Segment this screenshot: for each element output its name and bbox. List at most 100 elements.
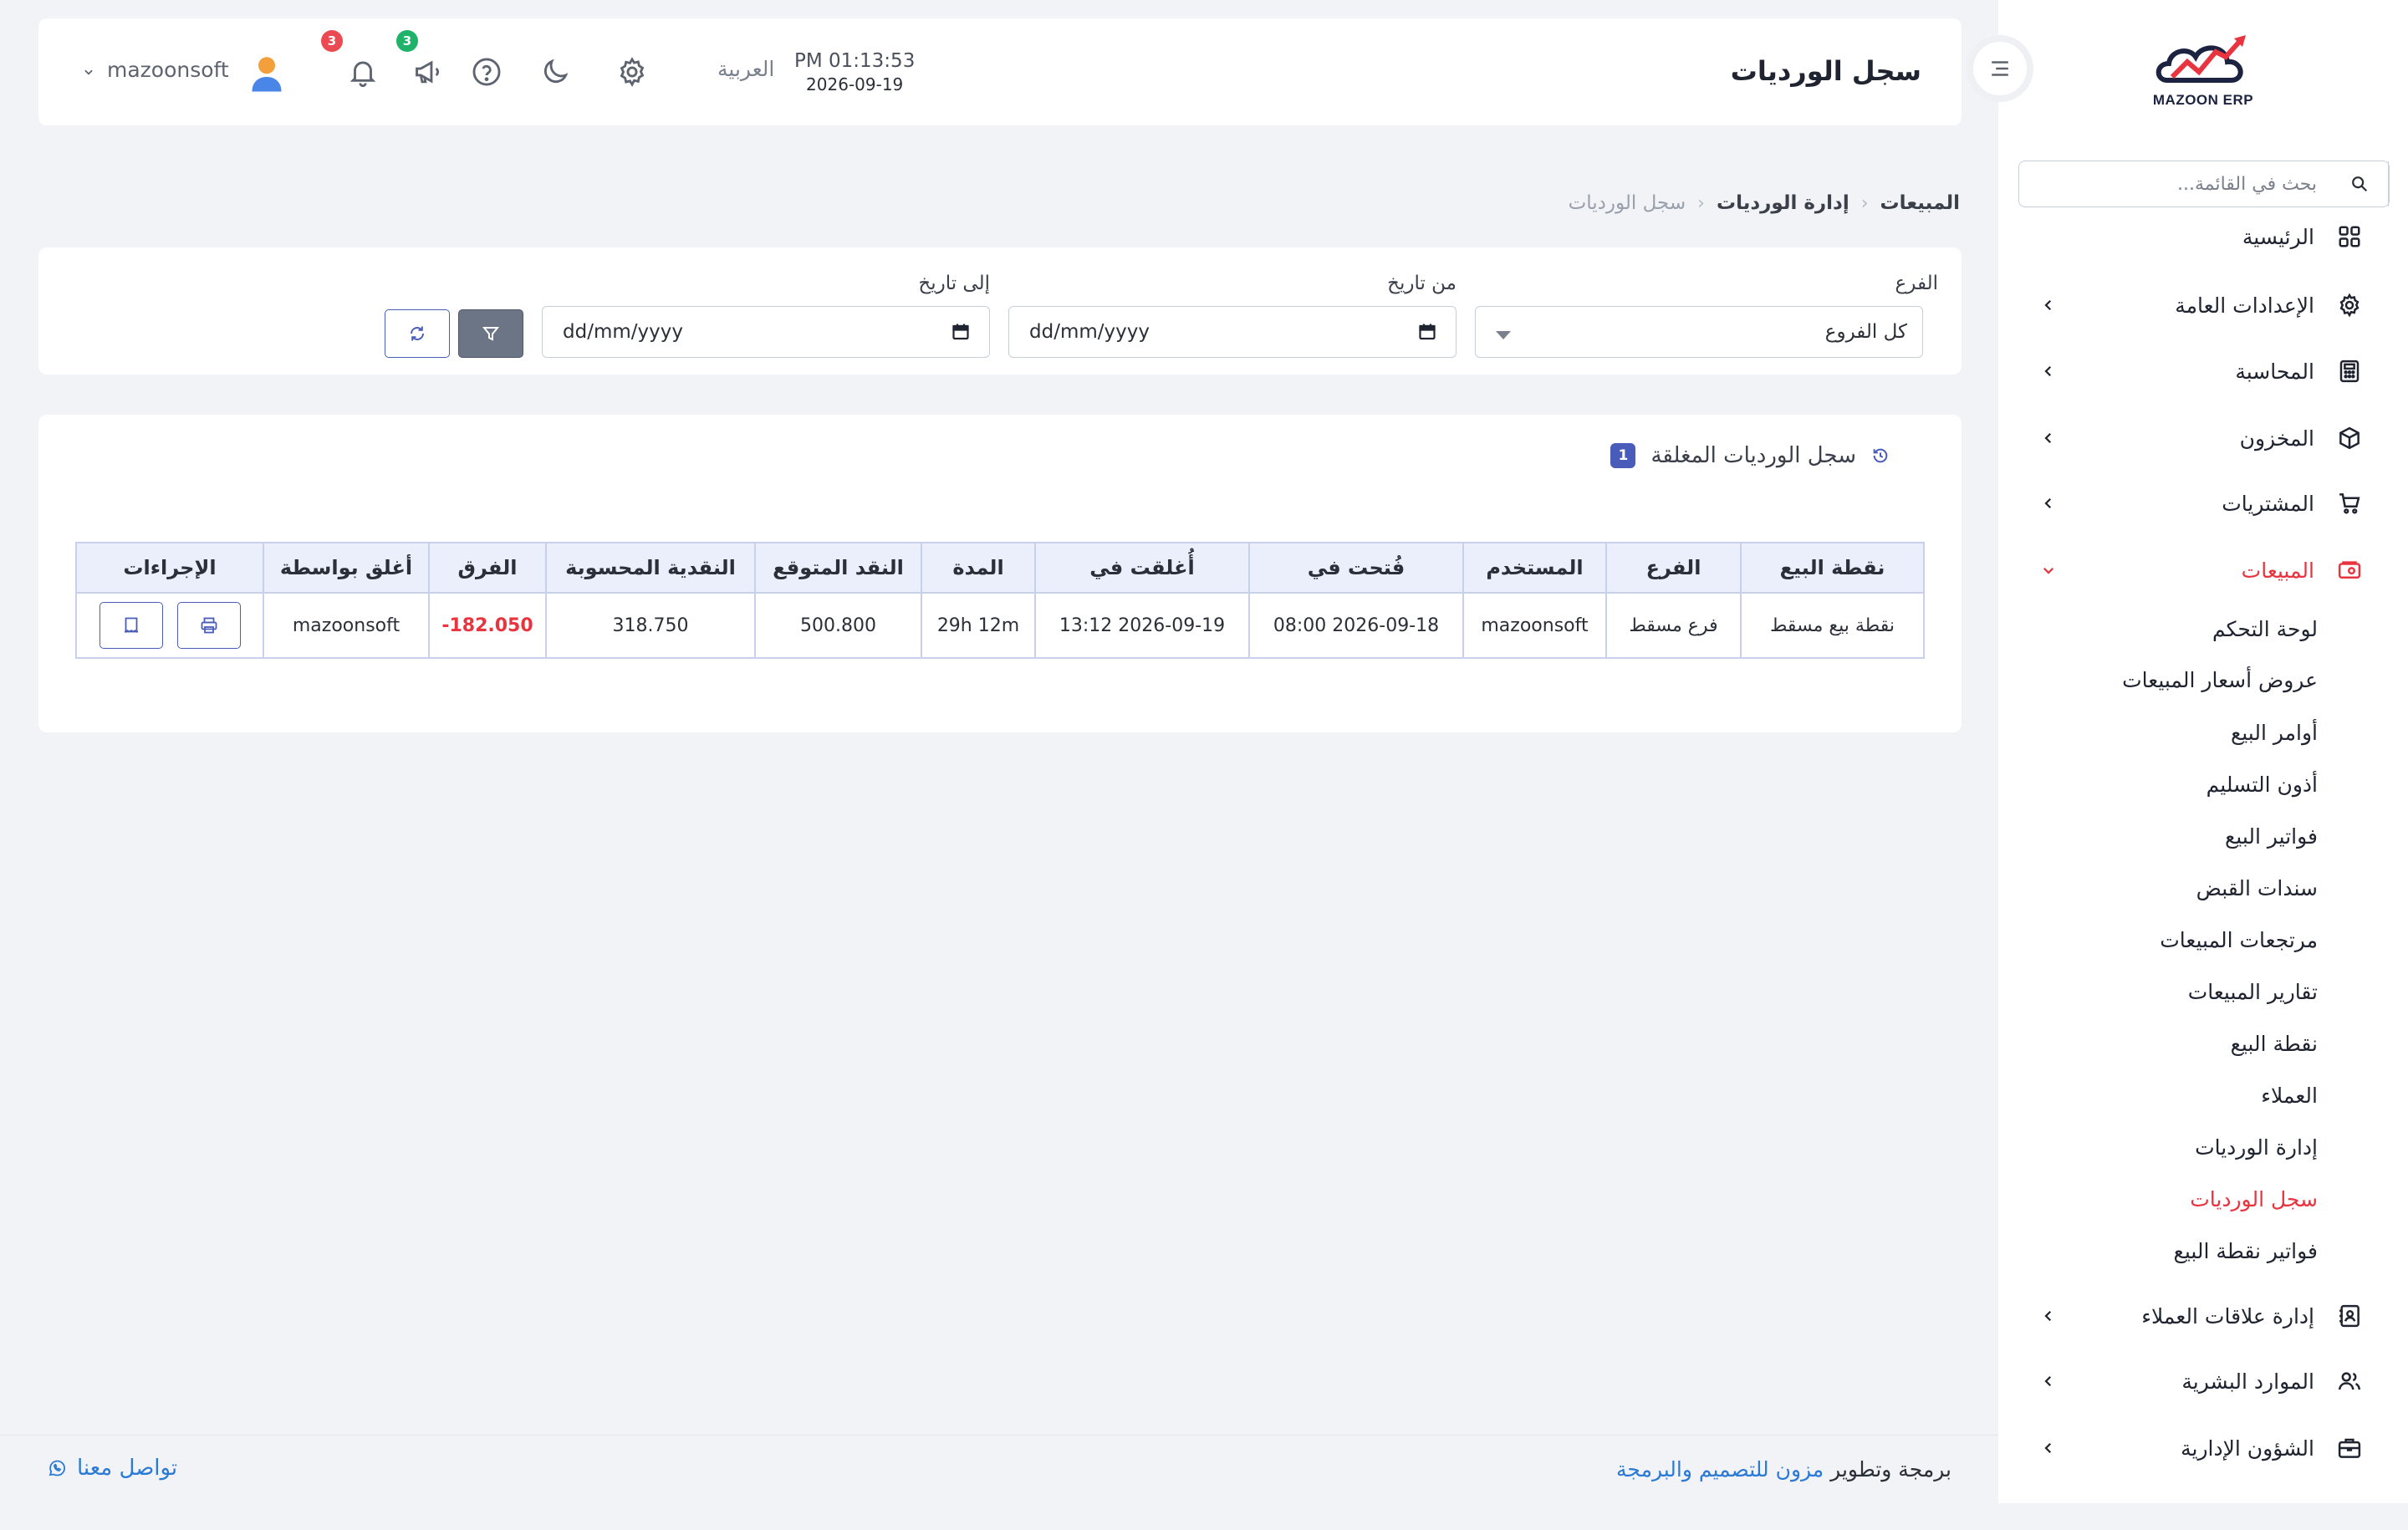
- sidebar-search-input[interactable]: [2019, 161, 2330, 207]
- company-link[interactable]: مزون للتصميم والبرمجة: [1616, 1457, 1824, 1482]
- sidebar-item-label: الإعدادات العامة: [2175, 293, 2314, 318]
- breadcrumb-item-sales[interactable]: المبيعات: [1880, 192, 1960, 214]
- shifts-table: نقطة البيع الفرع المستخدم فُتحت في أُغلق…: [75, 542, 1925, 659]
- to-date-value: dd/mm/yyyy: [563, 321, 683, 343]
- chevron-down-icon: [2038, 560, 2059, 580]
- chevron-left-icon: [2038, 295, 2059, 315]
- menu-icon: [1992, 61, 2008, 76]
- logo[interactable]: MAZOON ERP: [2149, 32, 2258, 115]
- box-icon: [2333, 421, 2366, 455]
- sidebar-item-crm[interactable]: إدارة علاقات العملاء: [1998, 1290, 2408, 1342]
- sidebar-subitem-dashboard[interactable]: لوحة التحكم: [2212, 617, 2318, 641]
- breadcrumb-item-current: سجل الورديات: [1568, 192, 1686, 214]
- user-name[interactable]: mazoonsoft: [107, 58, 229, 82]
- chevron-left-icon: [2038, 1438, 2059, 1458]
- print-button[interactable]: [176, 602, 241, 649]
- dark-mode-moon-icon[interactable]: [537, 54, 574, 90]
- sidebar-subitem-pos[interactable]: نقطة البيع: [2231, 1032, 2318, 1056]
- history-icon: [1873, 448, 1888, 463]
- sidebar-subitem-receipts[interactable]: سندات القبض: [2196, 876, 2318, 900]
- contacts-icon: [2333, 1299, 2366, 1333]
- contact-link[interactable]: تواصل معنا: [47, 1456, 177, 1481]
- announcements-megaphone-icon[interactable]: [410, 54, 446, 90]
- column-header-duration: المدة: [921, 542, 1036, 594]
- sidebar-subitem-shift-management[interactable]: إدارة الورديات: [2195, 1135, 2318, 1160]
- cell-actions: [75, 592, 264, 659]
- clock: PM 01:13:53 2026-09-19: [794, 50, 916, 94]
- cart-icon: [2333, 487, 2366, 520]
- column-header-difference: الفرق: [428, 542, 547, 594]
- users-icon: [2333, 1364, 2366, 1398]
- sales-icon: [2333, 553, 2366, 587]
- sidebar-subitem-shift-log[interactable]: سجل الورديات: [2190, 1187, 2318, 1211]
- to-date-label: إلى تاريخ: [918, 273, 990, 294]
- sidebar-item-home[interactable]: الرئيسية: [1998, 211, 2408, 263]
- sidebar-subitem-sales-invoices[interactable]: فواتير البيع: [2225, 824, 2318, 849]
- settings-gear-icon[interactable]: [614, 54, 650, 90]
- notifications-bell-icon[interactable]: [344, 54, 381, 90]
- sidebar-subitem-customers[interactable]: العملاء: [2261, 1084, 2318, 1108]
- sidebar-subitem-sales-orders[interactable]: أوامر البيع: [2231, 721, 2318, 745]
- language-switch[interactable]: العربية: [717, 57, 774, 81]
- sidebar-subitem-delivery-notes[interactable]: أذون التسليم: [2206, 773, 2318, 797]
- from-date-value: dd/mm/yyyy: [1029, 321, 1150, 343]
- sidebar-item-admin[interactable]: الشؤون الإدارية: [1998, 1422, 2408, 1474]
- help-icon[interactable]: [468, 54, 505, 90]
- avatar[interactable]: [244, 50, 289, 95]
- contact-label: تواصل معنا: [77, 1456, 178, 1481]
- sidebar-toggle-button[interactable]: [1967, 35, 2033, 102]
- search-icon[interactable]: [2330, 161, 2389, 207]
- clock-time: PM 01:13:53: [794, 50, 916, 72]
- sidebar-subitem-pos-invoices[interactable]: فواتير نقطة البيع: [2174, 1239, 2318, 1263]
- receipt-icon: [124, 617, 138, 634]
- sidebar-item-hr[interactable]: الموارد البشرية: [1998, 1355, 2408, 1407]
- sidebar-item-label: المشتريات: [2222, 491, 2314, 516]
- column-header-closed-by: أغلق بواسطة: [263, 542, 430, 594]
- breadcrumb: المبيعات ‹ إدارة الورديات ‹ سجل الورديات: [1569, 192, 1960, 214]
- sidebar-item-accounting[interactable]: المحاسبة: [1998, 345, 2408, 397]
- column-header-user: المستخدم: [1462, 542, 1607, 594]
- whatsapp-icon: [48, 1460, 65, 1476]
- breadcrumb-separator: ‹: [1860, 192, 1869, 214]
- sidebar-item-label: الشؤون الإدارية: [2181, 1436, 2314, 1461]
- table-header-row: نقطة البيع الفرع المستخدم فُتحت في أُغلق…: [75, 542, 1925, 594]
- clock-date: 2026-09-19: [806, 74, 904, 94]
- cell-closed-by: mazoonsoft: [263, 592, 430, 659]
- to-date-input[interactable]: dd/mm/yyyy: [542, 306, 990, 358]
- calendar-icon[interactable]: [951, 322, 971, 345]
- notifications-badge: 3: [321, 30, 343, 52]
- receipt-button[interactable]: [99, 602, 163, 649]
- sidebar-item-label: المبيعات: [2241, 558, 2314, 583]
- sidebar-item-label: المخزون: [2239, 426, 2314, 451]
- sidebar-subitem-sales-returns[interactable]: مرتجعات المبيعات: [2160, 928, 2318, 952]
- cell-user: mazoonsoft: [1462, 592, 1607, 659]
- sidebar-subitem-quotations[interactable]: عروض أسعار المبيعات: [2122, 668, 2318, 692]
- from-date-label: من تاريخ: [1387, 273, 1457, 294]
- apply-filter-button[interactable]: [458, 309, 523, 358]
- column-header-opened-at: فُتحت في: [1248, 542, 1464, 594]
- cell-closed-at: 2026-09-19 13:12: [1034, 592, 1250, 659]
- announcements-badge: 3: [396, 30, 418, 52]
- sidebar-item-general-settings[interactable]: الإعدادات العامة: [1998, 279, 2408, 331]
- cell-difference: -182.050: [428, 592, 547, 659]
- column-header-actions: الإجراءات: [75, 542, 264, 594]
- branch-select[interactable]: كل الفروع: [1475, 306, 1923, 358]
- breadcrumb-item-shift-management[interactable]: إدارة الورديات: [1717, 192, 1849, 214]
- chevron-down-icon[interactable]: [80, 64, 97, 80]
- from-date-input[interactable]: dd/mm/yyyy: [1008, 306, 1457, 358]
- column-header-closed-at: أُغلقت في: [1034, 542, 1250, 594]
- sidebar-subitem-sales-reports[interactable]: تقارير المبيعات: [2188, 980, 2318, 1004]
- sidebar-item-purchases[interactable]: المشتريات: [1998, 477, 2408, 529]
- sidebar-item-sales[interactable]: المبيعات: [1998, 544, 2408, 596]
- table-row: نقطة بيع مسقط فرع مسقط mazoonsoft 2026-0…: [75, 592, 1925, 659]
- calendar-icon[interactable]: [1417, 322, 1437, 345]
- caret-down-icon: [1496, 329, 1511, 344]
- cell-pos: نقطة بيع مسقط: [1740, 592, 1925, 659]
- reset-filter-button[interactable]: [385, 309, 450, 358]
- breadcrumb-separator: ‹: [1697, 192, 1705, 214]
- chevron-left-icon: [2038, 493, 2059, 513]
- column-header-counted-cash: النقدية المحسوبة: [545, 542, 756, 594]
- column-header-branch: الفرع: [1605, 542, 1742, 594]
- refresh-icon: [411, 326, 424, 341]
- sidebar-item-inventory[interactable]: المخزون: [1998, 412, 2408, 464]
